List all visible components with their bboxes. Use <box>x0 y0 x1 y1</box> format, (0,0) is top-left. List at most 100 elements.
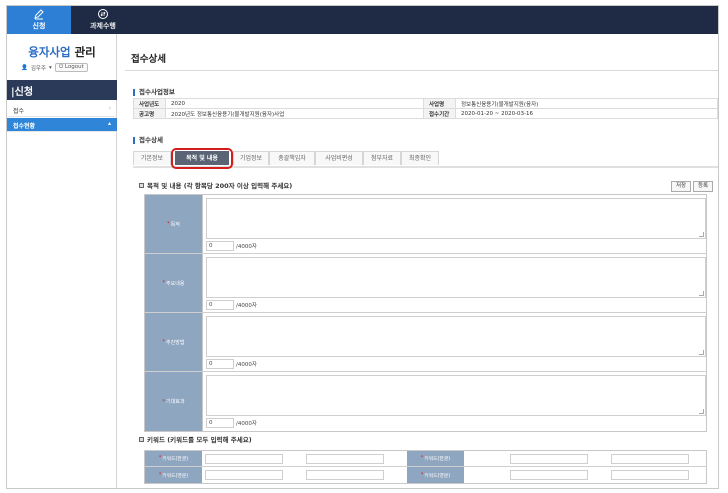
info-value: 2020년도 정보통신융용기(물개발지원(융자)사업 <box>165 108 424 119</box>
chevron-up-icon: ▴ <box>107 120 111 127</box>
tab-manager[interactable]: 총괄책임자 <box>269 151 315 165</box>
field-label-text: 키워드(한글) <box>424 457 451 462</box>
effect-textarea[interactable] <box>206 375 706 416</box>
required-mark: * <box>420 472 424 478</box>
field-label: * 목적 <box>145 195 203 253</box>
purpose-textarea[interactable] <box>206 198 706 239</box>
divider <box>125 70 718 71</box>
topnav-task[interactable]: 과제수행 <box>71 6 135 34</box>
info-section-title: 접수사업정보 <box>133 89 175 96</box>
keyword-input[interactable] <box>611 454 689 464</box>
keyword-row-korean: * 키워드(한글) * 키워드(한글) <box>145 451 706 467</box>
required-mark: * <box>158 456 162 461</box>
chevron-right-icon: › <box>108 105 111 112</box>
tab-company-info[interactable]: 기업정보 <box>233 151 269 165</box>
field-label: * 추진방법 <box>145 313 203 371</box>
keyword-input[interactable] <box>306 454 384 464</box>
detail-section-title: 접수상세 <box>133 137 163 144</box>
topnav-apply-label: 신청 <box>32 22 46 30</box>
user-info: 👤 김우주 ▾ ⏻ Logout <box>21 63 88 72</box>
keyword-input[interactable] <box>205 454 283 464</box>
sidebar-title-rest: 관리 <box>70 45 96 59</box>
char-limit: /4000자 <box>236 362 257 368</box>
info-key: 사업년도 <box>133 98 166 109</box>
required-mark: * <box>162 398 166 405</box>
resize-grip-icon[interactable] <box>699 409 704 414</box>
pencil-icon <box>34 9 44 20</box>
keyword-form: * 키워드(한글) * 키워드(한글) * 키워드(영문) * 키워드(영문) <box>144 450 707 484</box>
keyword-section-title: 키워드 (키워드를 모두 입력해 주세요) <box>139 434 252 444</box>
form-row: * 주요내용 0/4000자 <box>145 254 706 313</box>
logout-button[interactable]: ⏻ Logout <box>54 63 88 72</box>
info-value: 2020 <box>165 98 424 109</box>
page-title: 접수상세 <box>131 54 166 65</box>
field-label-text: 기대효과 <box>166 399 185 405</box>
field-label-text: 키워드(영문) <box>424 473 451 479</box>
sidebar-title-highlight: 융자사업 <box>28 45 71 59</box>
table-row: 사업년도 2020 사업명 정보통신융용기(물개발지원(융자) <box>133 98 718 109</box>
char-counter: 0/4000자 <box>206 300 257 310</box>
required-mark: * <box>162 339 166 345</box>
field-label: * 주요내용 <box>145 254 203 312</box>
required-mark: * <box>158 472 162 478</box>
main-content-textarea[interactable] <box>206 257 706 298</box>
sidebar-item-label: 접수 <box>13 108 25 115</box>
save-button[interactable]: 저장 <box>671 181 691 192</box>
keyword-input[interactable] <box>611 470 689 480</box>
sidebar-section-label: 신청 <box>14 87 34 98</box>
method-textarea[interactable] <box>206 316 706 357</box>
keyword-input[interactable] <box>205 470 283 480</box>
square-bullet-icon <box>139 436 144 442</box>
tab-final-check[interactable]: 최종확인 <box>401 151 439 165</box>
tab-highlight-ring <box>171 148 233 169</box>
keyword-input[interactable] <box>510 454 588 464</box>
sidebar-item-label: 접수현황 <box>13 123 36 130</box>
field-label-text: 목적 <box>170 221 180 228</box>
char-count: 0 <box>206 300 234 310</box>
field-label: * 기대효과 <box>145 372 203 431</box>
info-key: 사업명 <box>423 98 456 109</box>
user-icon: 👤 <box>21 64 28 71</box>
form-row: * 기대효과 0/4000자 <box>145 372 706 431</box>
tab-bar: 기본정보 목적 및 내용 기업정보 총괄책임자 사업비편성 첨부자료 최종확인 <box>133 148 718 169</box>
tab-budget[interactable]: 사업비편성 <box>315 151 363 165</box>
topnav-task-label: 과제수행 <box>90 22 116 30</box>
purpose-title-text: 목적 및 내용 (각 항목당 200자 이상 입력해 주세요) <box>147 182 293 190</box>
purpose-form: * 목적 0/4000자 * 주요내용 0/4000자 * 추진방법 0/4000자 … <box>144 194 707 432</box>
char-count: 0 <box>206 241 234 251</box>
required-mark: * <box>420 456 424 461</box>
resize-grip-icon[interactable] <box>699 232 704 237</box>
field-label-text: 키워드(한글) <box>162 457 189 462</box>
info-key: 접수기간 <box>423 108 456 119</box>
user-name: 김우주 <box>30 65 47 72</box>
keyword-input[interactable] <box>510 470 588 480</box>
topnav-apply[interactable]: 신청 <box>7 6 71 34</box>
purpose-section-title: 목적 및 내용 (각 항목당 200자 이상 입력해 주세요) <box>139 180 292 190</box>
app-frame: 신청 과제수행 융자사업 관리 👤 김우주 ▾ ⏻ Logout |신청 접수 … <box>6 5 719 489</box>
required-mark: * <box>167 221 170 227</box>
chevron-down-icon[interactable]: ▾ <box>49 65 52 71</box>
field-label-text: 키워드(영문) <box>162 473 189 479</box>
cycle-icon <box>98 9 108 19</box>
top-navigation: 신청 과제수행 <box>7 6 718 34</box>
logout-label: Logout <box>64 64 84 70</box>
char-counter: 0/4000자 <box>206 418 257 428</box>
sidebar-section-header: |신청 <box>7 80 117 100</box>
field-label-text: 주요내용 <box>166 280 185 287</box>
sidebar-item-apply[interactable]: 접수 › <box>7 103 117 117</box>
register-button[interactable]: 등록 <box>693 181 713 192</box>
char-count: 0 <box>206 418 234 428</box>
resize-grip-icon[interactable] <box>699 350 704 355</box>
required-mark: * <box>162 280 166 286</box>
char-count: 0 <box>206 359 234 369</box>
char-counter: 0/4000자 <box>206 359 257 369</box>
form-row: * 추진방법 0/4000자 <box>145 313 706 372</box>
resize-grip-icon[interactable] <box>699 291 704 296</box>
sidebar: 융자사업 관리 👤 김우주 ▾ ⏻ Logout |신청 접수 › 접수현황 ▴ <box>7 34 117 488</box>
info-value: 정보통신융용기(물개발지원(융자) <box>455 98 718 109</box>
sidebar-item-status[interactable]: 접수현황 ▴ <box>7 118 117 132</box>
tab-basic-info[interactable]: 기본정보 <box>133 151 171 165</box>
tab-attachments[interactable]: 첨부자료 <box>363 151 401 165</box>
keyword-input[interactable] <box>306 470 384 480</box>
char-limit: /4000자 <box>236 421 257 427</box>
